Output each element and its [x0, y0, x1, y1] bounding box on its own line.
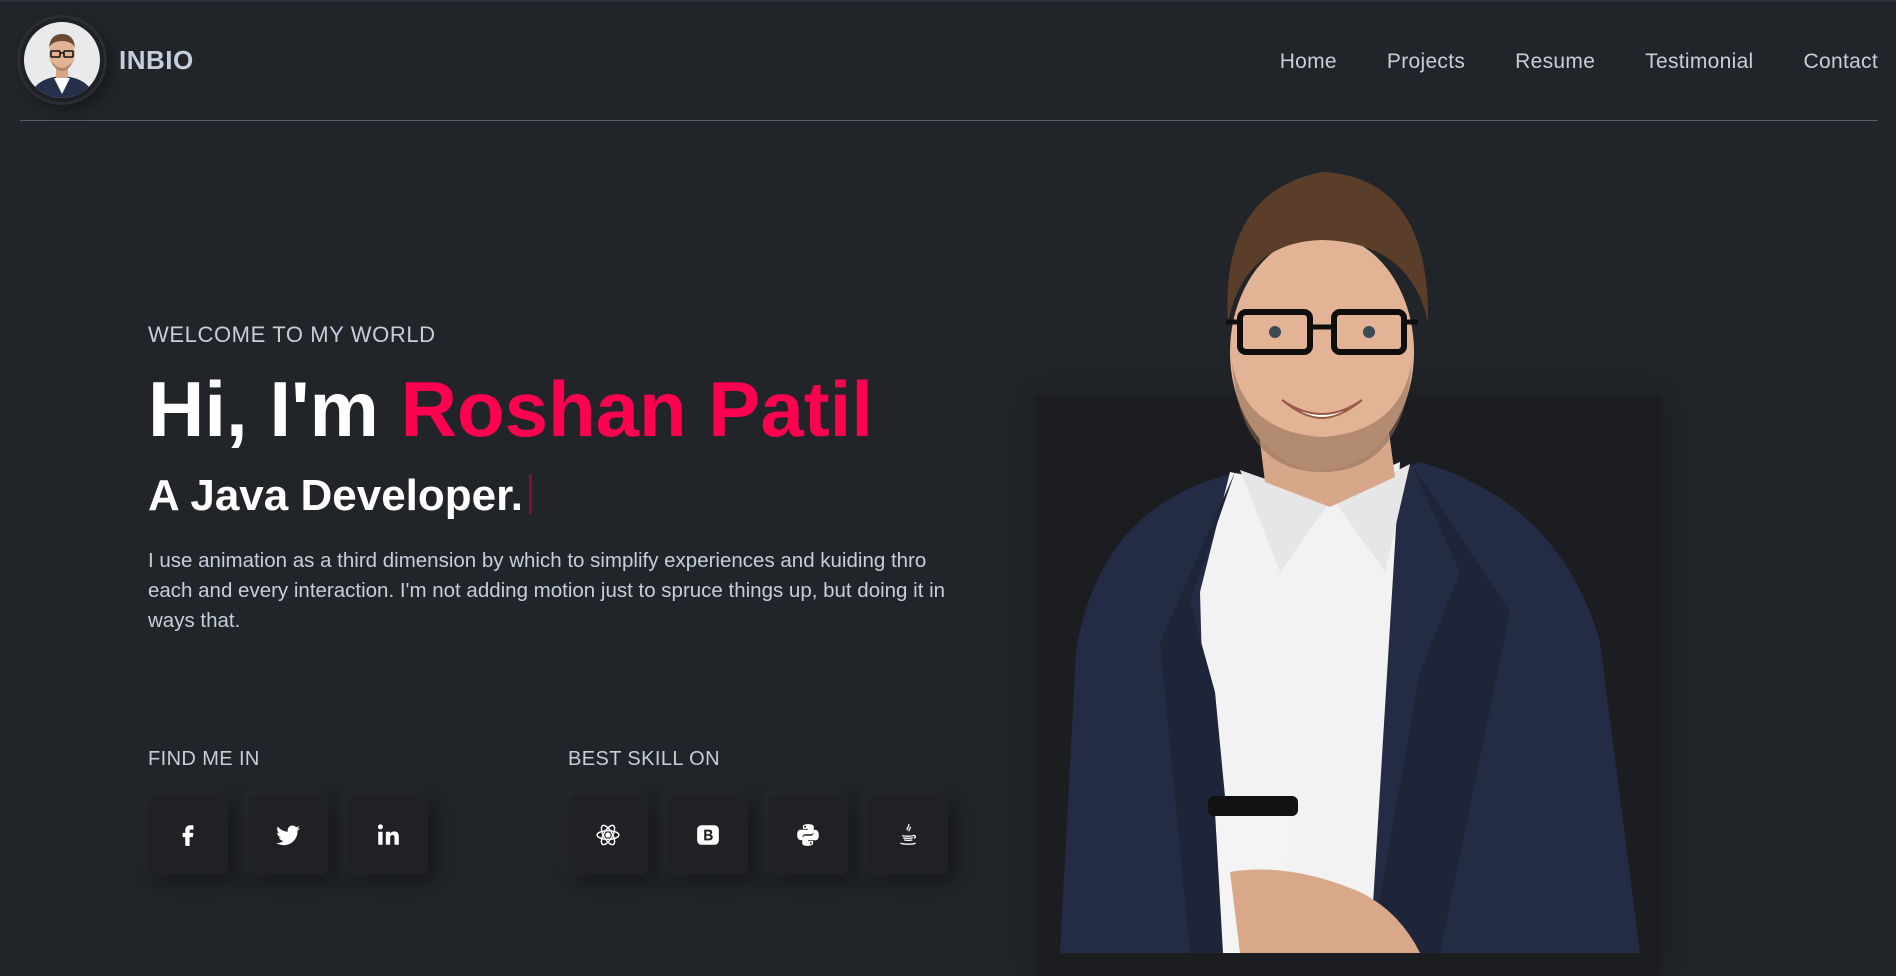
java-button[interactable] [868, 795, 948, 875]
social-links [148, 795, 448, 875]
brand-name[interactable]: INBIO [119, 45, 194, 76]
nav-contact[interactable]: Contact [1804, 50, 1878, 74]
bootstrap-button[interactable] [668, 795, 748, 875]
profile-photo [1060, 172, 1640, 953]
bootstrap-icon [697, 825, 719, 845]
role-text: A Java Developer. [148, 471, 524, 520]
best-skill-label: BEST SKILL ON [568, 748, 720, 770]
logo[interactable]: INBIO [20, 18, 194, 102]
react-button[interactable] [568, 795, 648, 875]
hero-title: Hi, I'm Roshan Patil [148, 370, 988, 448]
nav-projects[interactable]: Projects [1387, 50, 1465, 74]
hero-name: Roshan Patil [400, 365, 874, 453]
profile-avatar-icon[interactable] [20, 18, 104, 102]
python-button[interactable] [768, 795, 848, 875]
hero-role: A Java Developer. [148, 474, 988, 518]
site-header: INBIO Home Projects Resume Testimonial C… [20, 2, 1878, 121]
facebook-button[interactable] [148, 795, 228, 875]
find-me-label: FIND ME IN [148, 748, 260, 770]
linkedin-button[interactable] [348, 795, 428, 875]
nav-testimonial[interactable]: Testimonial [1645, 50, 1753, 74]
nav-home[interactable]: Home [1280, 50, 1337, 74]
hero-intro: WELCOME TO MY WORLD Hi, I'm Roshan Patil… [148, 322, 988, 636]
python-icon [797, 824, 819, 846]
twitter-button[interactable] [248, 795, 328, 875]
twitter-icon [276, 825, 300, 846]
typing-cursor [529, 474, 533, 514]
nav-resume[interactable]: Resume [1515, 50, 1595, 74]
skill-icons [568, 795, 968, 875]
facebook-icon [182, 825, 194, 846]
java-icon [900, 823, 916, 845]
welcome-text: WELCOME TO MY WORLD [148, 322, 436, 347]
greeting-text: Hi, I'm [148, 365, 379, 453]
linkedin-icon [377, 824, 399, 845]
main-nav: Home Projects Resume Testimonial Contact [1230, 50, 1878, 74]
react-icon [596, 824, 620, 846]
hero-description: I use animation as a third dimension by … [148, 549, 946, 632]
